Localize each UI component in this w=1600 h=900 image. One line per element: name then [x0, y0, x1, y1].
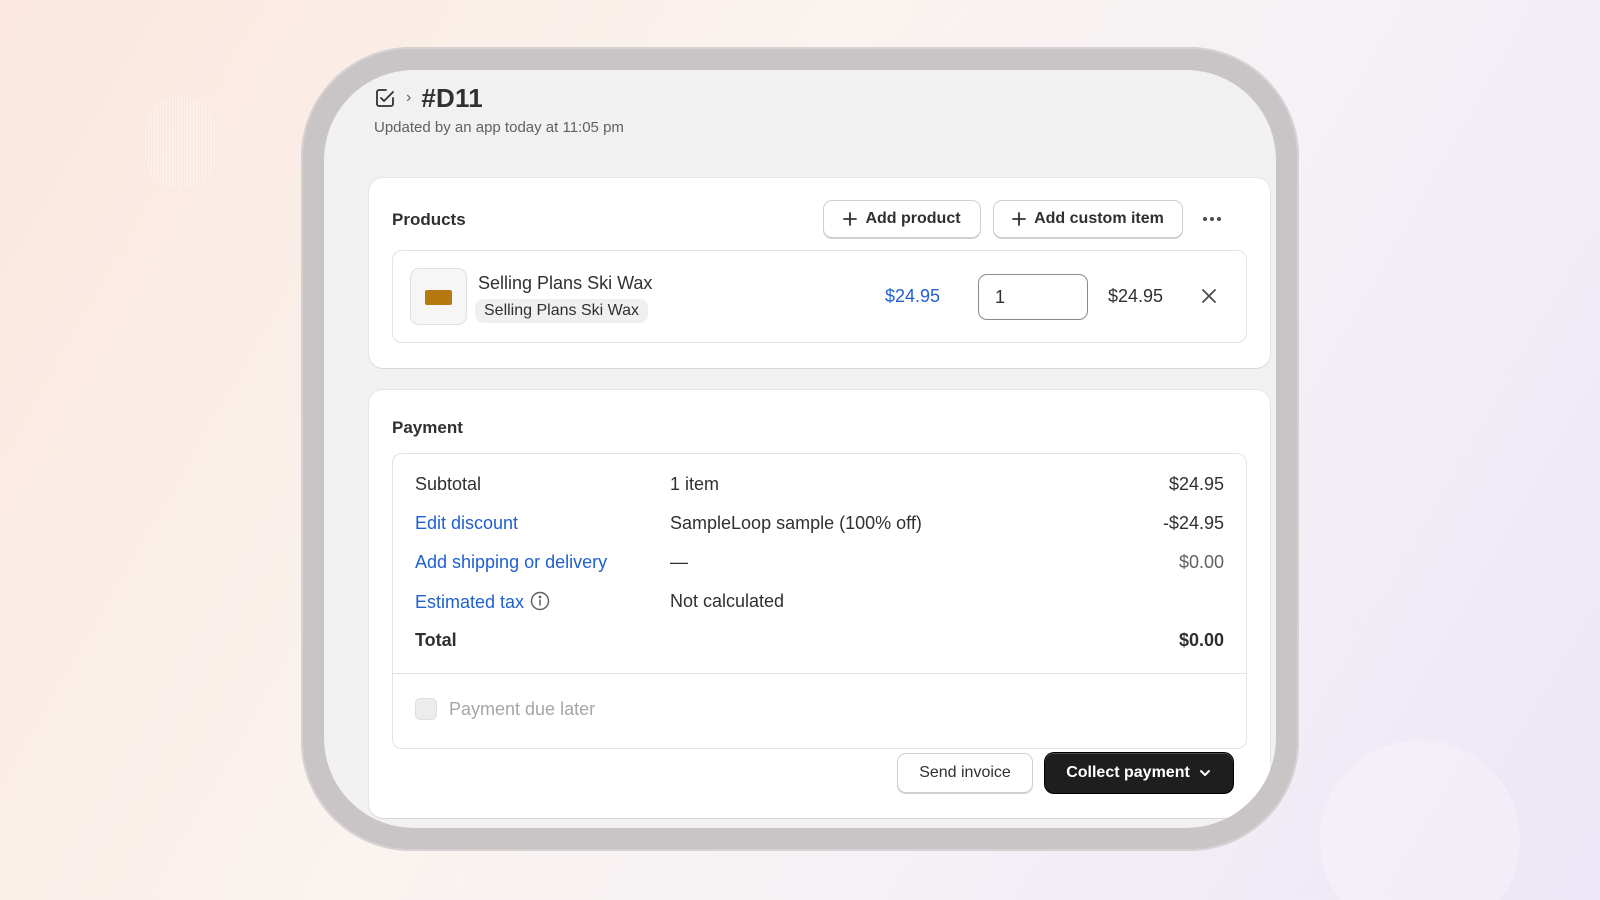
background-decoration-circle — [1320, 740, 1520, 900]
discount-description: SampleLoop sample (100% off) — [670, 513, 922, 533]
ellipsis-icon[interactable] — [1199, 208, 1225, 230]
breadcrumb-separator: › — [406, 89, 412, 106]
send-invoice-button[interactable]: Send invoice — [897, 753, 1033, 793]
breadcrumb: › #D11 — [374, 82, 624, 114]
shipping-description: — — [670, 552, 688, 572]
collect-payment-button[interactable]: Collect payment — [1045, 753, 1233, 793]
shipping-row: Add shipping or delivery — $0.00 — [415, 552, 1224, 576]
discount-amount: -$24.95 — [1162, 513, 1224, 533]
page-header: › #D11 Updated by an app today at 11:05 … — [374, 82, 624, 137]
add-custom-item-label: Add custom item — [1034, 210, 1164, 227]
add-shipping-link[interactable]: Add shipping or delivery — [415, 552, 607, 573]
close-icon[interactable] — [1199, 286, 1219, 306]
products-card: Products Add product Add custom item Sel… — [369, 178, 1270, 368]
payment-summary: Subtotal 1 item $24.95 Edit discount Sam… — [392, 453, 1247, 749]
plus-icon — [843, 212, 858, 226]
product-variant-badge: Selling Plans Ski Wax — [475, 299, 649, 323]
payment-title: Payment — [392, 418, 463, 437]
estimated-tax-link[interactable]: Estimated tax — [415, 591, 550, 613]
subtotal-amount: $24.95 — [1168, 474, 1224, 494]
subtotal-label: Subtotal — [415, 474, 482, 494]
product-thumbnail[interactable] — [410, 268, 467, 325]
subtotal-description: 1 item — [670, 474, 720, 494]
divider — [393, 673, 1246, 674]
background-decoration — [145, 95, 217, 190]
app-screen: › #D11 Updated by an app today at 11:05 … — [324, 70, 1276, 828]
add-custom-item-button[interactable]: Add custom item — [993, 200, 1183, 238]
info-icon[interactable] — [530, 591, 550, 611]
edit-discount-link[interactable]: Edit discount — [415, 513, 518, 534]
discount-row: Edit discount SampleLoop sample (100% of… — [415, 513, 1224, 537]
total-row: Total $0.00 — [415, 630, 1224, 654]
product-name: Selling Plans Ski Wax — [478, 273, 653, 293]
tax-row: Estimated tax Not calculated — [415, 591, 1224, 615]
page-subtitle: Updated by an app today at 11:05 pm — [374, 119, 624, 136]
products-title: Products — [392, 210, 466, 229]
estimated-tax-label: Estimated tax — [415, 592, 525, 612]
page-title: #D11 — [421, 82, 483, 113]
collect-payment-label: Collect payment — [1066, 764, 1190, 781]
payment-due-later-label: Payment due later — [449, 698, 596, 719]
payment-due-later-checkbox[interactable] — [415, 698, 437, 720]
shipping-amount: $0.00 — [1178, 552, 1224, 572]
plus-icon — [1012, 212, 1026, 226]
total-label: Total — [415, 630, 457, 650]
add-product-label: Add product — [865, 210, 961, 227]
subtotal-row: Subtotal 1 item $24.95 — [415, 474, 1224, 498]
tax-description: Not calculated — [670, 591, 785, 611]
product-unit-price[interactable]: $24.95 — [885, 286, 940, 307]
add-product-button[interactable]: Add product — [823, 200, 981, 238]
chevron-down-icon — [1199, 770, 1210, 776]
product-line-item: Selling Plans Ski Wax Selling Plans Ski … — [392, 250, 1247, 343]
total-amount: $0.00 — [1178, 630, 1224, 650]
quantity-input[interactable] — [978, 274, 1088, 320]
payment-card: Payment Subtotal 1 item $24.95 Edit disc… — [369, 390, 1270, 818]
product-line-total: $24.95 — [1108, 286, 1164, 306]
payment-due-later: Payment due later — [415, 698, 595, 720]
draft-order-icon[interactable] — [374, 87, 396, 109]
